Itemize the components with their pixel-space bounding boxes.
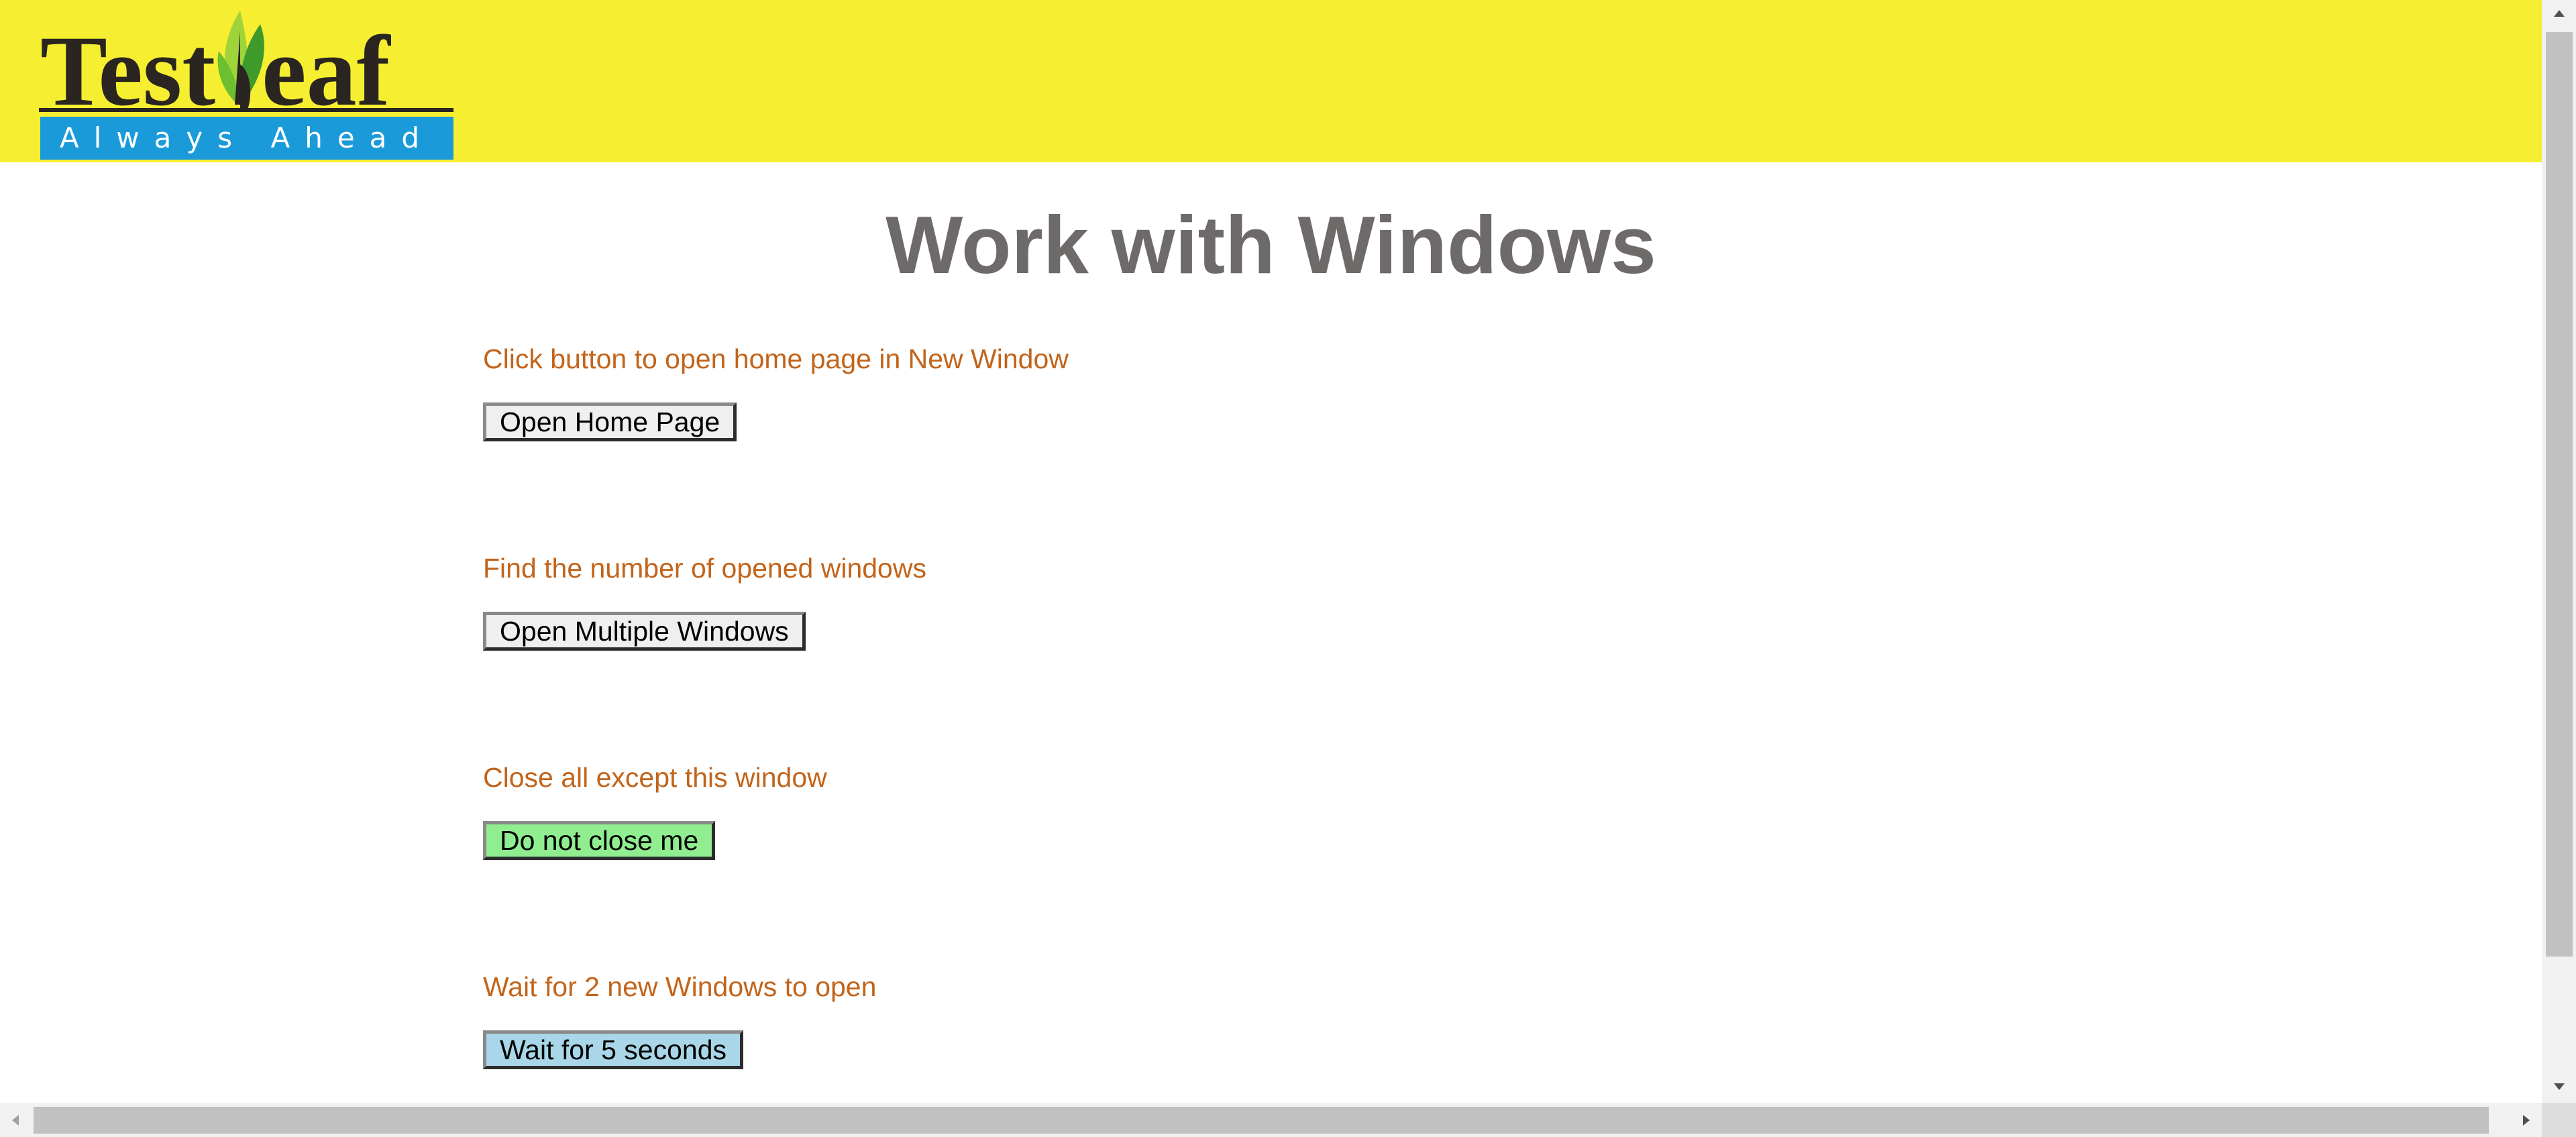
- open-multiple-windows-label: Find the number of opened windows: [483, 553, 926, 584]
- triangle-up-icon[interactable]: [2542, 0, 2576, 27]
- logo-tagline: Always Ahead: [60, 121, 434, 154]
- close-all-except-label: Close all except this window: [483, 762, 827, 793]
- horizontal-scrollbar[interactable]: [0, 1103, 2542, 1137]
- vertical-scroll-thumb[interactable]: [2546, 32, 2573, 957]
- wait-for-windows-label: Wait for 2 new Windows to open: [483, 971, 877, 1002]
- do-not-close-me-button[interactable]: Do not close me: [483, 821, 716, 860]
- triangle-left-icon[interactable]: [0, 1103, 31, 1137]
- page: Test eaf Always Ahead Work with Windows …: [0, 0, 2576, 1137]
- vertical-scrollbar[interactable]: [2542, 0, 2576, 1103]
- wait-for-5-seconds-button[interactable]: Wait for 5 seconds: [483, 1030, 744, 1069]
- scrollbar-corner: [2542, 1103, 2576, 1137]
- horizontal-scroll-thumb[interactable]: [34, 1107, 2489, 1134]
- triangle-right-icon[interactable]: [2511, 1103, 2542, 1137]
- page-title: Work with Windows: [885, 199, 1656, 290]
- open-home-page-button[interactable]: Open Home Page: [483, 402, 737, 441]
- open-home-page-label: Click button to open home page in New Wi…: [483, 343, 1069, 374]
- testleaf-logo[interactable]: Test eaf Always Ahead: [39, 4, 455, 160]
- site-header: Test eaf Always Ahead: [0, 0, 2542, 162]
- triangle-down-icon[interactable]: [2542, 1073, 2576, 1100]
- open-multiple-windows-button[interactable]: Open Multiple Windows: [483, 612, 806, 651]
